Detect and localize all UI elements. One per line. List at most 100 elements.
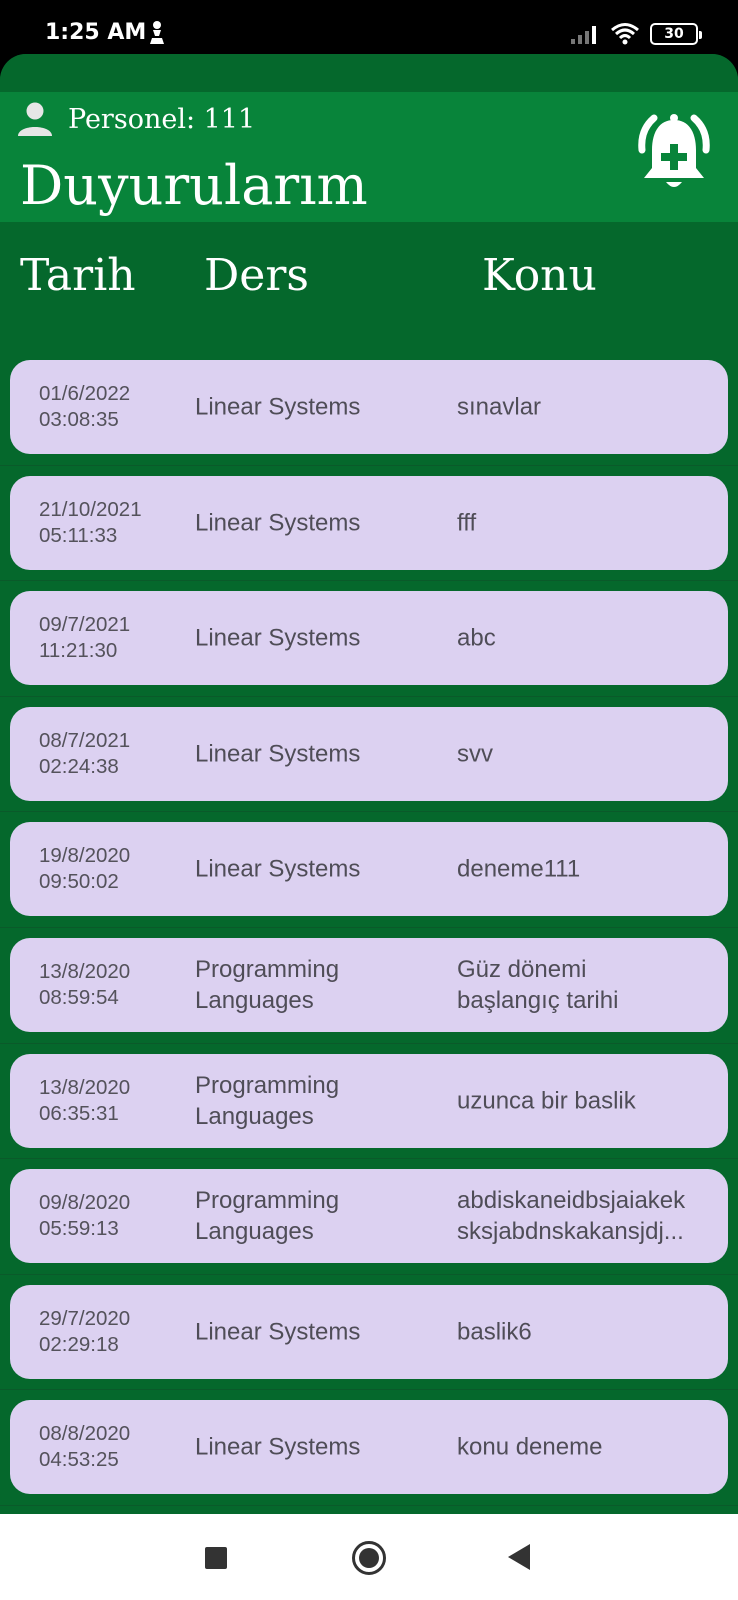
announcement-ders: Linear Systems <box>195 623 425 654</box>
announcement-card[interactable]: 08/8/2020 04:53:25 Linear Systems konu dene… <box>10 1400 728 1495</box>
announcement-card[interactable]: 13/8/2020 08:59:54 Programming Languages Güz… <box>10 937 728 1032</box>
konu-text: sksjabdnskakansjdj... <box>457 1218 684 1246</box>
konu-text: sınavlar <box>457 393 542 421</box>
konu-text: baslik6 <box>457 1318 532 1346</box>
list-item: 09/8/2020 05:59:13 Programming Languages abd… <box>0 1159 738 1275</box>
date-text: 19/8/2020 <box>39 844 131 868</box>
ders-text: Linear Systems <box>195 393 361 421</box>
announcement-card[interactable]: 29/7/2020 02:29:18 Linear Systems baslik6 <box>10 1284 728 1379</box>
konu-text: abdiskaneidbsjaiakek <box>457 1187 686 1215</box>
announcement-list: 01/6/2022 03:08:35 Linear Systems sınavlar 2… <box>0 350 738 1506</box>
time-text: 02:24:38 <box>39 754 119 778</box>
column-header-ders: Ders <box>204 250 309 301</box>
konu-text: Güz dönemi <box>457 955 587 983</box>
konu-text: deneme111 <box>457 855 581 883</box>
announcement-ders: Linear Systems <box>195 854 425 885</box>
navigation-bar <box>0 1514 738 1600</box>
date-text: 09/8/2020 <box>39 1191 131 1215</box>
time-text: 02:29:18 <box>39 1332 119 1356</box>
announcement-ders: Linear Systems <box>195 392 425 423</box>
konu-text: konu deneme <box>457 1433 603 1461</box>
battery-icon: 30 <box>650 23 702 45</box>
person-icon <box>18 102 52 136</box>
announcement-card[interactable]: 19/8/2020 09:50:02 Linear Systems deneme111 <box>10 822 728 917</box>
list-item: 08/8/2020 04:53:25 Linear Systems konu dene… <box>0 1390 738 1506</box>
list-item: 09/7/2021 11:21:30 Linear Systems abc <box>0 581 738 697</box>
konu-text: başlangıç tarihi <box>457 986 619 1014</box>
header: Personel: 111 Duyurularım <box>0 92 738 222</box>
announcement-card[interactable]: 08/7/2021 02:24:38 Linear Systems svv <box>10 706 728 801</box>
personel-label: Personel: 111 <box>68 104 256 135</box>
announcement-konu: abc <box>457 623 719 654</box>
konu-text: fff <box>457 509 477 537</box>
date-text: 01/6/2022 <box>39 382 131 405</box>
chess-pawn-icon <box>150 21 164 44</box>
announcement-date: 08/8/2020 04:53:25 <box>39 1421 130 1473</box>
list-item: 29/7/2020 02:29:18 Linear Systems baslik6 <box>0 1275 738 1391</box>
ders-text: Programming <box>195 1187 340 1215</box>
time-text: 05:11:33 <box>39 523 118 547</box>
back-triangle-icon[interactable] <box>508 1544 530 1570</box>
date-text: 08/7/2021 <box>39 728 131 752</box>
announcement-date: 01/6/2022 03:08:35 <box>39 381 130 433</box>
column-header-tarih: Tarih <box>20 250 136 301</box>
date-text: 29/7/2020 <box>39 1306 131 1330</box>
app-screen: Personel: 111 Duyurularım Tarih Ders Kon… <box>0 54 738 1514</box>
app-top-band <box>0 54 738 92</box>
announcement-card[interactable]: 09/7/2021 11:21:30 Linear Systems abc <box>10 591 728 686</box>
announcement-konu: baslik6 <box>457 1316 719 1347</box>
time-text: 09:50:02 <box>39 870 119 894</box>
battery-level: 30 <box>664 26 684 42</box>
ders-text: Languages <box>195 986 314 1014</box>
list-item: 01/6/2022 03:08:35 Linear Systems sınavlar <box>0 350 738 466</box>
announcement-konu: svv <box>457 738 719 769</box>
date-text: 21/10/2021 <box>39 497 142 521</box>
konu-text: abc <box>457 624 496 652</box>
ders-text: Linear Systems <box>195 624 361 652</box>
announcement-date: 13/8/2020 06:35:31 <box>39 1075 130 1127</box>
announcement-date: 21/10/2021 05:11:33 <box>39 497 142 549</box>
ders-text: Linear Systems <box>195 1318 361 1346</box>
announcement-card[interactable]: 01/6/2022 03:08:35 Linear Systems sınavlar <box>10 360 728 454</box>
announcement-date: 09/8/2020 05:59:13 <box>39 1190 130 1242</box>
announcement-card[interactable]: 13/8/2020 06:35:31 Programming Languages uzu… <box>10 1053 728 1148</box>
list-item: 08/7/2021 02:24:38 Linear Systems svv <box>0 697 738 813</box>
announcement-konu: deneme111 <box>457 854 719 885</box>
announcement-konu: konu deneme <box>457 1432 719 1463</box>
ders-text: Linear Systems <box>195 855 361 883</box>
announcement-date: 09/7/2021 11:21:30 <box>39 612 130 664</box>
page-title: Duyurularım <box>20 154 368 217</box>
announcement-card[interactable]: 09/8/2020 05:59:13 Programming Languages abd… <box>10 1169 728 1264</box>
announcement-date: 13/8/2020 08:59:54 <box>39 959 130 1011</box>
time-text: 05:59:13 <box>39 1217 119 1241</box>
ders-text: Programming <box>195 1071 340 1099</box>
ders-text: Programming <box>195 955 340 983</box>
home-circle-icon[interactable] <box>352 1541 386 1575</box>
time-text: 04:53:25 <box>39 1448 119 1472</box>
date-text: 08/8/2020 <box>39 1422 131 1446</box>
announcement-card[interactable]: 21/10/2021 05:11:33 Linear Systems fff <box>10 475 728 570</box>
column-header-konu: Konu <box>482 250 597 301</box>
recents-square-icon[interactable] <box>205 1547 227 1569</box>
announcement-date: 08/7/2021 02:24:38 <box>39 728 130 780</box>
time-text: 11:21:30 <box>39 639 118 663</box>
date-text: 13/8/2020 <box>39 959 131 983</box>
ders-text: Linear Systems <box>195 740 361 768</box>
ders-text: Languages <box>195 1102 314 1130</box>
announcement-ders: Programming Languages <box>195 1185 425 1247</box>
bell-plus-icon[interactable] <box>632 110 716 200</box>
signal-icon <box>571 26 596 44</box>
status-right-icons: 30 <box>570 22 702 46</box>
date-text: 13/8/2020 <box>39 1075 131 1099</box>
announcement-konu: abdiskaneidbsjaiakek sksjabdnskakansjdj..… <box>457 1185 719 1247</box>
announcement-ders: Linear Systems <box>195 1432 425 1463</box>
ders-text: Languages <box>195 1218 314 1246</box>
announcement-date: 29/7/2020 02:29:18 <box>39 1306 130 1358</box>
time-text: 08:59:54 <box>39 985 119 1009</box>
konu-text: svv <box>457 740 493 768</box>
konu-text: uzunca bir baslik <box>457 1087 636 1115</box>
ders-text: Linear Systems <box>195 1433 361 1461</box>
list-item: 21/10/2021 05:11:33 Linear Systems fff <box>0 466 738 582</box>
list-item: 13/8/2020 08:59:54 Programming Languages Güz… <box>0 928 738 1044</box>
list-item: 19/8/2020 09:50:02 Linear Systems deneme111 <box>0 812 738 928</box>
